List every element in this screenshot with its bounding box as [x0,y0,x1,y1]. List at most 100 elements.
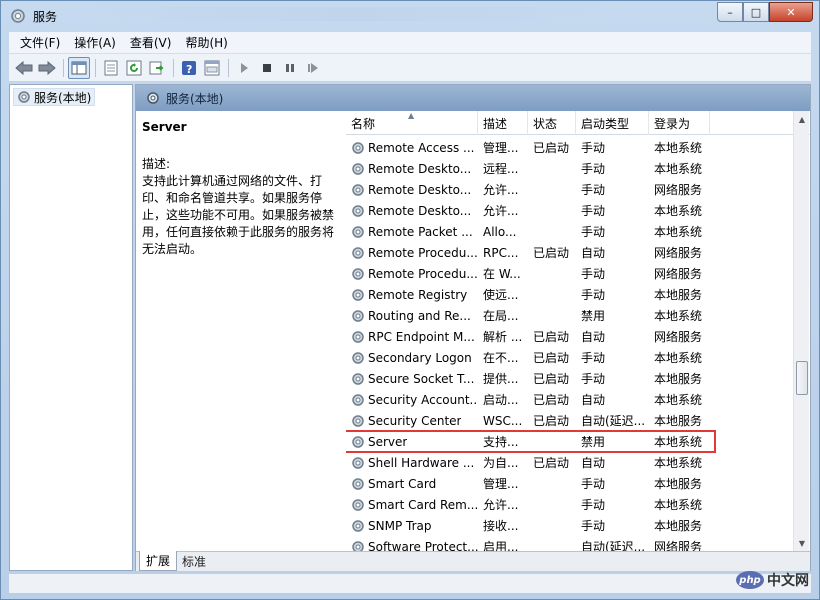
restart-icon[interactable] [302,57,324,79]
cell-name: SNMP Trap [346,519,478,533]
cell-logon: 本地服务 [654,477,703,491]
service-name: Software Protect... [368,539,478,552]
table-row[interactable]: Secondary Logon 在不... 已启动 手动 本地系统 [346,347,796,368]
column-name-header[interactable]: ▲ 名称 [346,111,478,135]
title-path-blur [91,7,611,21]
refresh-icon[interactable] [123,57,145,79]
service-description-panel: Server 描述: 支持此计算机通过网络的文件、打印、和命名管道共享。如果服务… [142,119,340,258]
service-name: Remote Access ... [368,140,475,155]
stop-icon[interactable] [256,57,278,79]
table-row[interactable]: Security Account... 启动... 已启动 自动 本地系统 [346,389,796,410]
service-name: Remote Procedu... [368,266,478,281]
service-name: Secondary Logon [368,350,472,365]
table-row[interactable]: Secure Socket T... 提供... 已启动 手动 本地服务 [346,368,796,389]
start-icon[interactable] [233,57,255,79]
column-desc-header[interactable]: 描述 [478,111,528,135]
service-name: Remote Deskto... [368,203,472,218]
service-name: Remote Deskto... [368,182,472,197]
service-name: Secure Socket T... [368,371,475,386]
cell-name: Security Center [346,414,478,428]
cell-startup: 自动 [581,456,606,470]
cell-status: 已启动 [533,141,570,155]
cell-logon: 本地系统 [654,204,703,218]
services-window: 服务 – □ ✕ 文件(F) 操作(A) 查看(V) 帮助(H) ? 服务(本地… [0,0,820,600]
service-rows: Remote Access ... 管理... 已启动 手动 本地系统 Remote De… [346,137,796,551]
service-name: RPC Endpoint M... [368,329,475,344]
cell-startup: 手动 [581,225,606,239]
cell-name: Remote Procedu... [346,246,478,260]
cell-startup: 自动(延迟... [581,540,646,551]
table-row[interactable]: SNMP Trap 接收... 手动 本地服务 [346,515,796,536]
help-icon[interactable]: ? [178,57,200,79]
menu-file[interactable]: 文件(F) [13,34,67,51]
cell-name: Remote Deskto... [346,204,478,218]
table-row[interactable]: Security Center WSC... 已启动 自动(延迟... 本地服务 [346,410,796,431]
scroll-thumb[interactable] [796,361,808,395]
watermark-text: 中文网 [767,573,809,589]
table-row[interactable]: Smart Card 管理... 手动 本地服务 [346,473,796,494]
cell-status: 已启动 [533,246,570,260]
vertical-scrollbar[interactable]: ▲ ▼ [793,111,809,551]
cell-status: 已启动 [533,372,570,386]
table-row[interactable]: Remote Deskto... 允许... 手动 本地系统 [346,200,796,221]
minimize-button[interactable]: – [717,2,743,22]
tree-item-services-local[interactable]: 服务(本地) [13,88,96,106]
table-row[interactable]: Smart Card Rem... 允许... 手动 本地系统 [346,494,796,515]
maximize-button[interactable]: □ [743,2,769,22]
export-icon[interactable] [146,57,168,79]
cell-startup: 手动 [581,162,606,176]
cell-desc: 解析 ... [483,330,523,344]
table-row[interactable]: Software Protect... 启用... 自动(延迟... 网络服务 [346,536,796,551]
cell-startup: 手动 [581,351,606,365]
tab-extended[interactable]: 扩展 [139,551,178,571]
service-gear-icon [352,540,364,551]
cell-startup: 手动 [581,141,606,155]
table-row[interactable]: Remote Access ... 管理... 已启动 手动 本地系统 [346,137,796,158]
scroll-up-arrow-icon[interactable]: ▲ [794,111,810,127]
cell-name: Secondary Logon [346,351,478,365]
cell-logon: 本地系统 [654,309,703,323]
column-logon-header[interactable]: 登录为 [649,111,710,135]
description-label: 描述: [142,157,171,171]
table-row[interactable]: Remote Deskto... 远程... 手动 本地系统 [346,158,796,179]
column-status-header[interactable]: 状态 [528,111,576,135]
cell-desc: 远程... [483,162,519,176]
cell-logon: 本地系统 [654,141,703,155]
selected-service-title: Server [142,120,187,134]
table-row-selected[interactable]: Server 支持... 禁用 本地系统 [346,430,716,453]
toolbar-separator [95,58,96,77]
table-row[interactable]: Remote Packet ... Allo... 手动 本地系统 [346,221,796,242]
table-row[interactable]: Remote Procedu... RPC... 已启动 自动 网络服务 [346,242,796,263]
column-startup-header[interactable]: 启动类型 [576,111,649,135]
services-gear-icon [18,91,30,103]
cell-logon: 本地系统 [654,351,703,365]
service-gear-icon [352,498,364,511]
properties-icon[interactable] [201,57,223,79]
table-row[interactable]: Remote Registry 使远... 手动 本地服务 [346,284,796,305]
menu-action[interactable]: 操作(A) [67,34,123,51]
menu-help[interactable]: 帮助(H) [178,34,234,51]
table-row[interactable]: Remote Deskto... 允许... 手动 网络服务 [346,179,796,200]
cell-desc: 接收... [483,519,519,533]
table-row[interactable]: Remote Procedu... 在 W... 手动 网络服务 [346,263,796,284]
cell-logon: 网络服务 [654,183,703,197]
service-gear-icon [352,246,364,259]
tab-standard[interactable]: 标准 [176,551,212,571]
table-row[interactable]: RPC Endpoint M... 解析 ... 已启动 自动 网络服务 [346,326,796,347]
table-row[interactable]: Routing and Re... 在局... 禁用 本地系统 [346,305,796,326]
cell-logon: 本地服务 [654,519,703,533]
pane-header-title: 服务(本地) [166,91,224,106]
scroll-down-arrow-icon[interactable]: ▼ [794,535,810,551]
pause-icon[interactable] [279,57,301,79]
service-gear-icon [352,435,364,448]
title-bar[interactable]: 服务 – □ ✕ [1,1,819,31]
forward-icon[interactable] [36,57,58,79]
table-row[interactable]: Shell Hardware ... 为自... 已启动 自动 本地系统 [346,452,796,473]
cell-name: Smart Card Rem... [346,498,478,512]
console-tree-icon[interactable] [68,56,90,79]
menu-view[interactable]: 查看(V) [123,34,179,51]
back-icon[interactable] [13,57,35,79]
export-list-icon[interactable] [100,57,122,79]
close-button[interactable]: ✕ [769,2,813,22]
service-gear-icon [352,393,364,406]
